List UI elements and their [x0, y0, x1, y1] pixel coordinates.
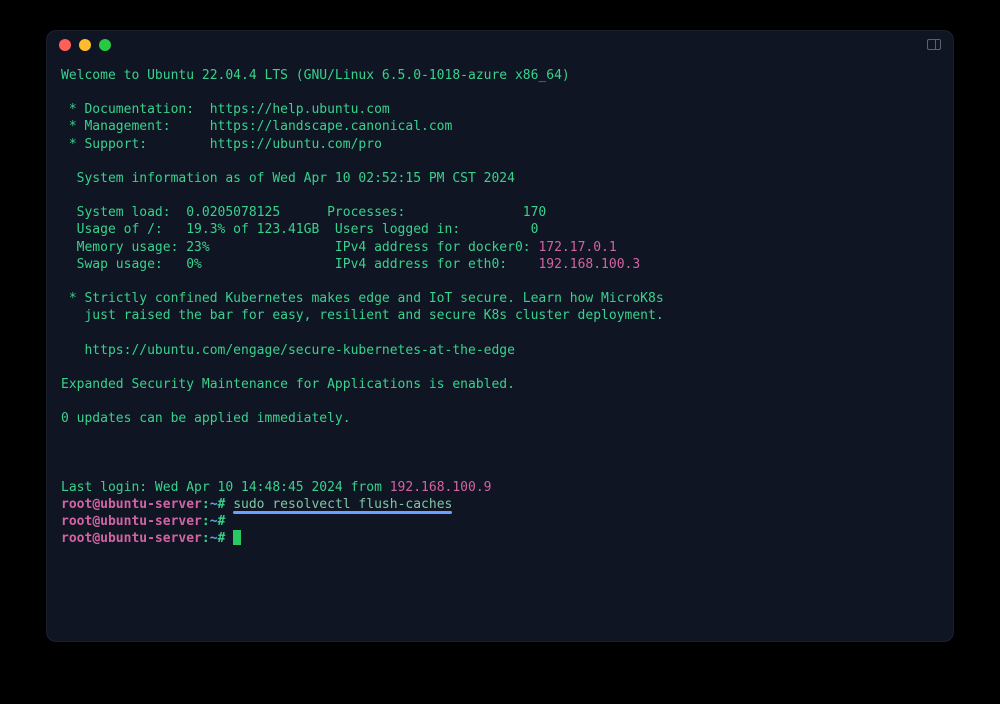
prompt3-colon: :: [202, 531, 210, 546]
motd-sup: * Support: https://ubuntu.com/pro: [61, 137, 382, 152]
prompt3-at: @: [92, 531, 100, 546]
k8s-url: https://ubuntu.com/engage/secure-kuberne…: [61, 343, 515, 358]
prompt1-host: ubuntu-server: [100, 497, 202, 512]
motd-doc: * Documentation: https://help.ubuntu.com: [61, 102, 390, 117]
split-panes-icon[interactable]: [927, 39, 941, 50]
prompt2-colon: :: [202, 514, 210, 529]
prompt3-hash: #: [218, 531, 234, 546]
prompt1-colon: :: [202, 497, 210, 512]
command-text: sudo resolvectl flush-caches: [233, 497, 452, 512]
eth0-ip: 192.168.100.3: [538, 257, 640, 272]
sysinfo-row1: System load: 0.0205078125 Processes: 170: [61, 205, 546, 220]
prompt3-path: ~: [210, 531, 218, 546]
sysinfo-row2: Usage of /: 19.3% of 123.41GB Users logg…: [61, 222, 538, 237]
prompt1-at: @: [92, 497, 100, 512]
docker0-ip: 172.17.0.1: [538, 240, 616, 255]
maximize-icon[interactable]: [99, 39, 111, 51]
terminal-body[interactable]: Welcome to Ubuntu 22.04.4 LTS (GNU/Linux…: [47, 59, 953, 641]
sysinfo-row4: Swap usage: 0% IPv4 address for eth0:: [61, 257, 538, 272]
close-icon[interactable]: [59, 39, 71, 51]
sysinfo-heading: System information as of Wed Apr 10 02:5…: [61, 171, 515, 186]
minimize-icon[interactable]: [79, 39, 91, 51]
motd-mgmt: * Management: https://landscape.canonica…: [61, 119, 452, 134]
prompt2-hash: #: [218, 514, 234, 529]
lastlogin-ip: 192.168.100.9: [390, 480, 492, 495]
prompt2-path: ~: [210, 514, 218, 529]
cursor: [233, 530, 241, 545]
prompt1-hash: #: [218, 497, 234, 512]
prompt3-host: ubuntu-server: [100, 531, 202, 546]
esm-line: Expanded Security Maintenance for Applic…: [61, 377, 515, 392]
lastlogin-prefix: Last login: Wed Apr 10 14:48:45 2024 fro…: [61, 480, 390, 495]
prompt1-path: ~: [210, 497, 218, 512]
prompt1-user: root: [61, 497, 92, 512]
sysinfo-row3: Memory usage: 23% IPv4 address for docke…: [61, 240, 538, 255]
prompt3-user: root: [61, 531, 92, 546]
title-bar: [47, 31, 953, 59]
updates-line: 0 updates can be applied immediately.: [61, 411, 351, 426]
motd-welcome: Welcome to Ubuntu 22.04.4 LTS (GNU/Linux…: [61, 68, 570, 83]
k8s-line1: * Strictly confined Kubernetes makes edg…: [61, 291, 664, 306]
prompt2-host: ubuntu-server: [100, 514, 202, 529]
k8s-line2: just raised the bar for easy, resilient …: [61, 308, 664, 323]
prompt2-at: @: [92, 514, 100, 529]
traffic-lights: [59, 39, 111, 51]
terminal-window: Welcome to Ubuntu 22.04.4 LTS (GNU/Linux…: [46, 30, 954, 642]
prompt2-user: root: [61, 514, 92, 529]
